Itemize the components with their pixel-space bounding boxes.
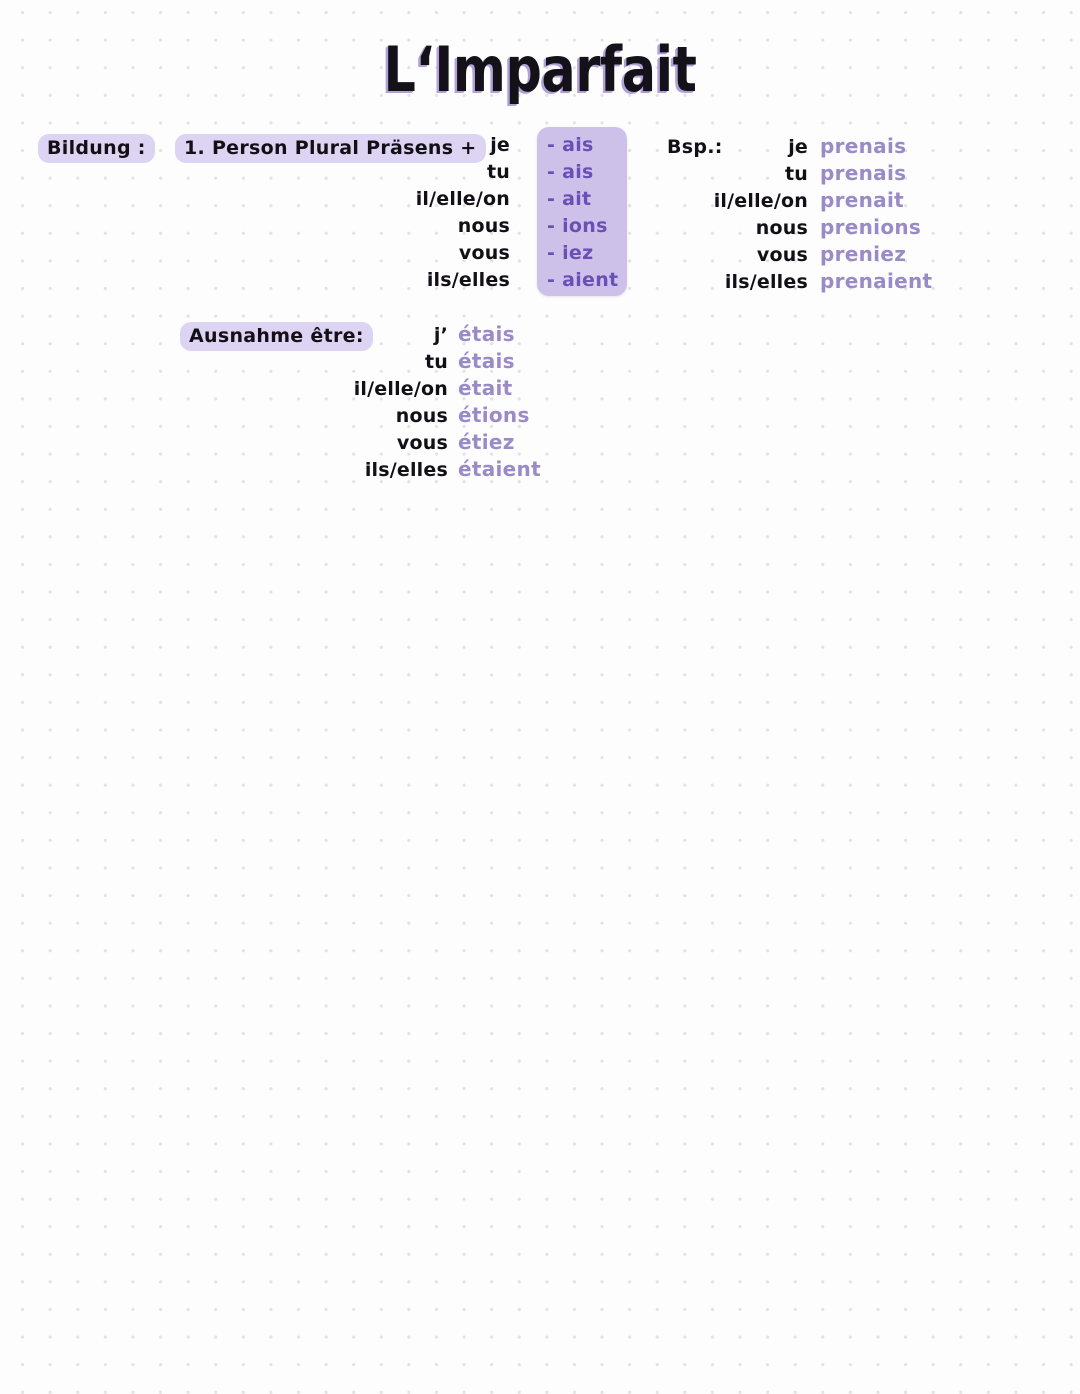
pronoun: nous	[755, 217, 808, 239]
table-row: j’ étais	[343, 322, 608, 349]
pronoun: il/elle/on	[353, 378, 448, 400]
table-row: ils/elles étaient	[343, 457, 608, 484]
pronoun: tu	[424, 351, 448, 373]
table-row: vous preniez	[690, 242, 980, 269]
verb-form: prenait	[820, 188, 904, 212]
verb-form: étiez	[458, 430, 515, 454]
pronoun: vous	[756, 244, 808, 266]
notebook-page: L‘Imparfait Bildung : 1. Person Plural P…	[0, 0, 1080, 1394]
pronoun: ils/elles	[364, 459, 448, 481]
table-row: nous étions	[343, 403, 608, 430]
pronoun: nous	[395, 405, 448, 427]
pronoun: ils/elles	[426, 269, 510, 291]
verb-form: était	[458, 376, 513, 400]
page-title: L‘Imparfait	[383, 33, 697, 106]
verb-form: preniez	[820, 242, 907, 266]
pronoun: nous	[457, 215, 510, 237]
table-row: tu étais	[343, 349, 608, 376]
pronoun: tu	[784, 163, 808, 185]
table-row: ils/elles prenaient	[690, 269, 980, 296]
table-row: il/elle/on était	[343, 376, 608, 403]
list-item: vous	[410, 242, 510, 269]
verb-form: prenions	[820, 215, 922, 239]
ending-item: - iez	[547, 242, 594, 264]
pronoun: je	[788, 136, 808, 158]
ending-item: - ais	[547, 161, 594, 183]
ending-item: - ions	[547, 215, 608, 237]
table-row: je prenais	[690, 134, 980, 161]
pronoun: j’	[433, 324, 448, 346]
ending-item: - aient	[547, 269, 619, 291]
pronoun: vous	[458, 242, 510, 264]
verb-form: prenais	[820, 134, 907, 158]
endings-box: - ais - ais - ait - ions - iez - aient	[537, 127, 627, 296]
verb-form: étions	[458, 403, 530, 427]
pronoun: je	[490, 134, 510, 156]
pronoun: vous	[396, 432, 448, 454]
ending-item: - ais	[547, 134, 594, 156]
list-item: il/elle/on	[410, 188, 510, 215]
example-conjugation-list: je prenais tu prenais il/elle/on prenait…	[690, 134, 980, 296]
list-item: je	[410, 134, 510, 161]
verb-form: étaient	[458, 457, 541, 481]
verb-form: étais	[458, 349, 515, 373]
list-item: tu	[410, 161, 510, 188]
list-item: nous	[410, 215, 510, 242]
table-row: vous étiez	[343, 430, 608, 457]
list-item: ils/elles	[410, 269, 510, 296]
pronoun: tu	[486, 161, 510, 183]
pronoun: il/elle/on	[415, 188, 510, 210]
table-row: il/elle/on prenait	[690, 188, 980, 215]
etre-conjugation-list: j’ étais tu étais il/elle/on était nous …	[343, 322, 608, 484]
table-row: nous prenions	[690, 215, 980, 242]
verb-form: prenais	[820, 161, 907, 185]
verb-form: prenaient	[820, 269, 933, 293]
pronoun-list: je tu il/elle/on nous vous ils/elles	[410, 134, 510, 296]
pronoun: il/elle/on	[713, 190, 808, 212]
ending-item: - ait	[547, 188, 592, 210]
table-row: tu prenais	[690, 161, 980, 188]
verb-form: étais	[458, 322, 515, 346]
pronoun: ils/elles	[724, 271, 808, 293]
bildung-label: Bildung :	[38, 134, 155, 163]
